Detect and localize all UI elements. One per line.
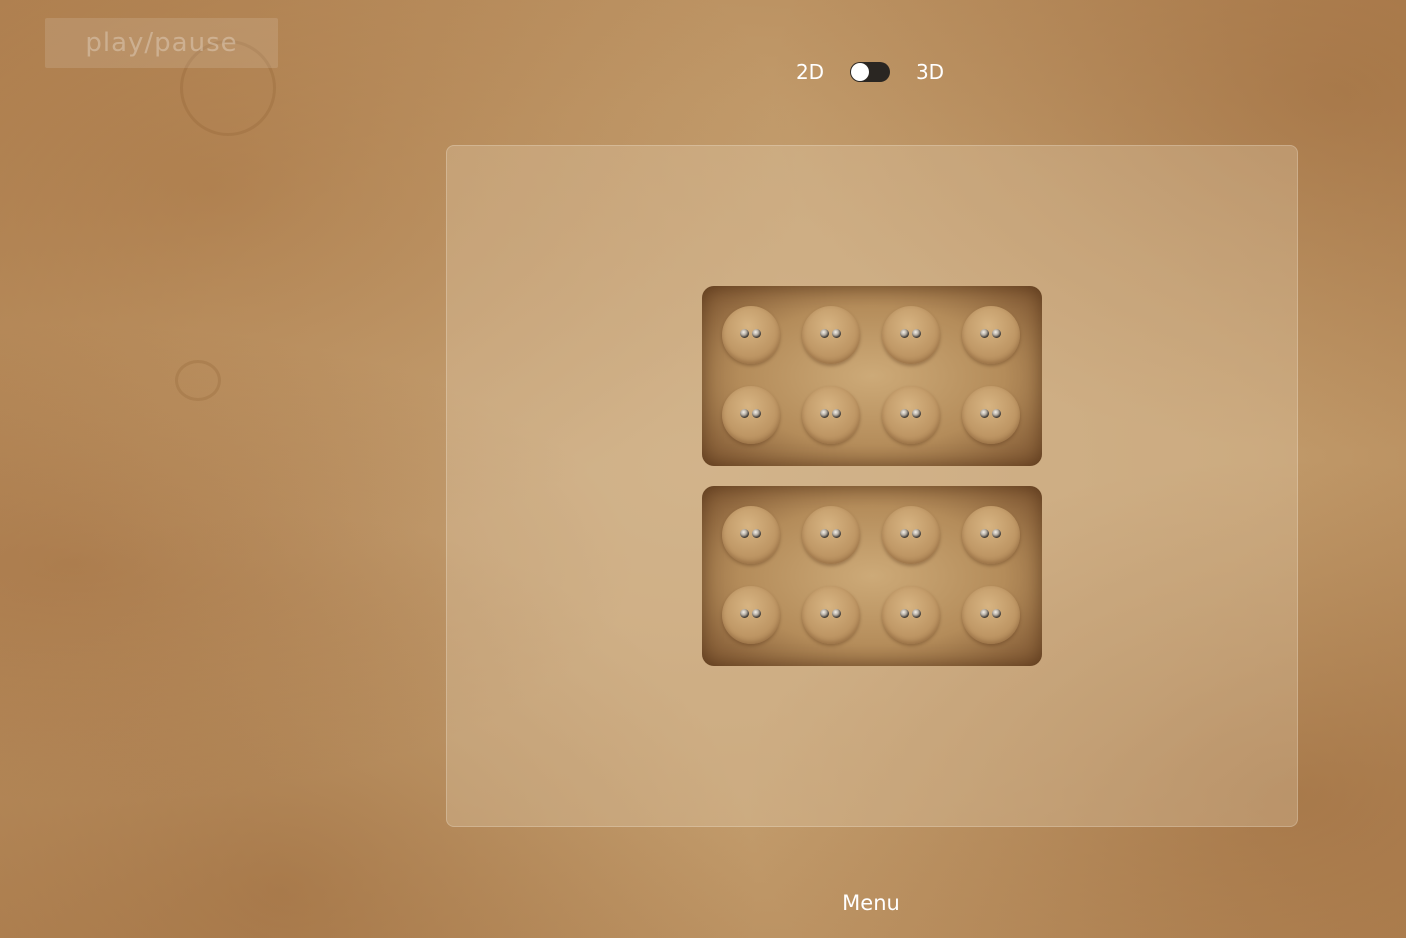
- eye-icon: [752, 609, 761, 618]
- stud[interactable]: [882, 586, 940, 644]
- eye-icon: [912, 609, 921, 618]
- eye-icon: [992, 529, 1001, 538]
- eye-icon: [992, 609, 1001, 618]
- stud[interactable]: [882, 386, 940, 444]
- eye-icon: [820, 609, 829, 618]
- stud[interactable]: [722, 306, 780, 364]
- eye-icon: [820, 529, 829, 538]
- eye-icon: [740, 409, 749, 418]
- stud[interactable]: [962, 506, 1020, 564]
- eye-icon: [832, 329, 841, 338]
- stud[interactable]: [722, 386, 780, 444]
- eye-icon: [740, 609, 749, 618]
- eye-icon: [900, 529, 909, 538]
- block-slab[interactable]: [702, 486, 1042, 666]
- switch-knob: [851, 63, 869, 81]
- menu-button[interactable]: Menu: [800, 888, 942, 918]
- eye-icon: [832, 609, 841, 618]
- stud[interactable]: [722, 506, 780, 564]
- stud[interactable]: [962, 386, 1020, 444]
- eye-icon: [912, 329, 921, 338]
- stud[interactable]: [802, 506, 860, 564]
- label-3d: 3D: [915, 60, 945, 84]
- stud[interactable]: [882, 306, 940, 364]
- eye-icon: [752, 409, 761, 418]
- stud[interactable]: [722, 586, 780, 644]
- stud[interactable]: [962, 586, 1020, 644]
- eye-icon: [900, 409, 909, 418]
- eye-icon: [832, 409, 841, 418]
- view-mode-switch[interactable]: [850, 62, 890, 82]
- eye-icon: [980, 529, 989, 538]
- eye-icon: [900, 329, 909, 338]
- stud[interactable]: [802, 306, 860, 364]
- eye-icon: [980, 409, 989, 418]
- eye-icon: [980, 329, 989, 338]
- label-2d: 2D: [795, 60, 825, 84]
- play-pause-button[interactable]: play/pause: [45, 18, 278, 68]
- eye-icon: [980, 609, 989, 618]
- eye-icon: [832, 529, 841, 538]
- eye-icon: [740, 329, 749, 338]
- stud[interactable]: [882, 506, 940, 564]
- eye-icon: [740, 529, 749, 538]
- eye-icon: [752, 329, 761, 338]
- eye-icon: [820, 329, 829, 338]
- view-mode-toggle: 2D 3D: [780, 56, 960, 88]
- stud[interactable]: [962, 306, 1020, 364]
- eye-icon: [992, 329, 1001, 338]
- eye-icon: [752, 529, 761, 538]
- block-slab[interactable]: [702, 286, 1042, 466]
- eye-icon: [992, 409, 1001, 418]
- eye-icon: [912, 529, 921, 538]
- eye-icon: [820, 409, 829, 418]
- eye-icon: [900, 609, 909, 618]
- eye-icon: [912, 409, 921, 418]
- stud[interactable]: [802, 386, 860, 444]
- stud[interactable]: [802, 586, 860, 644]
- coffee-stain: [175, 360, 221, 401]
- game-board-panel: [446, 145, 1298, 827]
